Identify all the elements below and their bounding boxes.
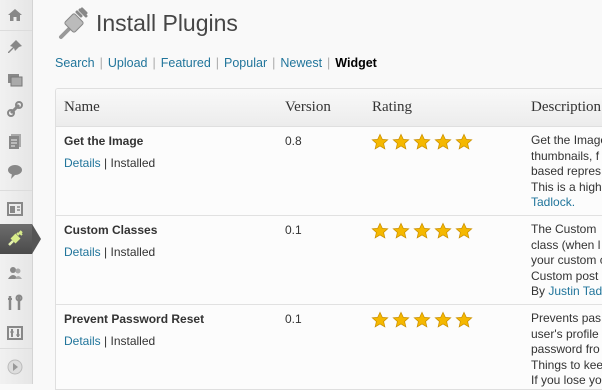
star-rating [371,311,473,329]
plugins-title-icon [59,7,88,39]
subnav-upload[interactable]: Upload [108,56,148,70]
subnav-popular[interactable]: Popular [224,56,267,70]
plugin-description: Get the Image thumbnails, f based repres… [531,133,602,209]
author-link[interactable]: Justin Tad [548,284,602,298]
star-icon [371,222,389,239]
plugin-name: Get the Image [64,134,144,148]
admin-sidebar [0,0,41,384]
subnav-widget-current: Widget [335,56,377,70]
table-row: Custom Classes Details | Installed 0.1 T… [56,216,602,305]
column-header-version[interactable]: Version [285,99,331,116]
column-header-description[interactable]: Description [531,99,601,116]
pin-icon[interactable] [4,36,26,58]
plugin-name: Custom Classes [64,223,158,237]
plugins-icon[interactable] [4,228,26,250]
star-icon [455,222,473,239]
column-header-rating[interactable]: Rating [372,99,412,116]
star-icon [371,133,389,150]
column-header-name[interactable]: Name [64,99,100,116]
star-icon [413,311,431,328]
subnav-newest[interactable]: Newest [280,56,322,70]
star-icon [434,133,452,150]
links-icon[interactable] [4,98,26,120]
plugin-install-subnav: Search | Upload | Featured | Popular | Newest | Wi… [55,56,377,70]
installed-status: | Installed [104,245,156,259]
subnav-featured[interactable]: Featured [161,56,211,70]
subnav-search[interactable]: Search [55,56,95,70]
plugin-description: The Custom class (when l your custom c C… [531,222,602,298]
star-icon [371,311,389,328]
collapse-icon[interactable] [4,356,26,378]
comments-icon[interactable] [4,160,26,182]
plugin-actions: Details | Installed [64,334,155,348]
plugin-version: 0.1 [285,312,302,326]
star-rating [371,222,473,240]
settings-icon[interactable] [4,322,26,344]
star-icon [413,222,431,239]
users-icon[interactable] [4,262,26,284]
star-icon [455,311,473,328]
details-link[interactable]: Details [64,156,101,170]
appearance-icon[interactable] [4,198,26,220]
plugins-table: Name Version Rating Description Get the … [55,88,602,390]
star-rating [371,133,473,151]
plugin-version: 0.1 [285,223,302,237]
star-icon [413,133,431,150]
media-icon[interactable] [4,68,26,90]
star-icon [434,222,452,239]
star-icon [434,311,452,328]
details-link[interactable]: Details [64,245,101,259]
table-row: Prevent Password Reset Details | Install… [56,305,602,389]
author-link[interactable]: Tadlock. [531,195,575,209]
star-icon [455,133,473,150]
details-link[interactable]: Details [64,334,101,348]
star-icon [392,133,410,150]
page-title: Install Plugins [96,10,238,36]
pages-icon[interactable] [4,130,26,152]
plugin-actions: Details | Installed [64,245,155,259]
installed-status: | Installed [104,156,156,170]
tools-icon[interactable] [4,292,26,314]
installed-status: | Installed [104,334,156,348]
plugin-description: Prevents pas user's profile password fro… [531,311,602,387]
table-row: Get the Image Details | Installed 0.8 Ge… [56,127,602,216]
plugin-version: 0.8 [285,134,302,148]
plugin-actions: Details | Installed [64,156,155,170]
dashboard-icon[interactable] [4,4,26,26]
star-icon [392,222,410,239]
plugin-name: Prevent Password Reset [64,312,205,326]
table-header: Name Version Rating Description [56,89,602,127]
star-icon [392,311,410,328]
